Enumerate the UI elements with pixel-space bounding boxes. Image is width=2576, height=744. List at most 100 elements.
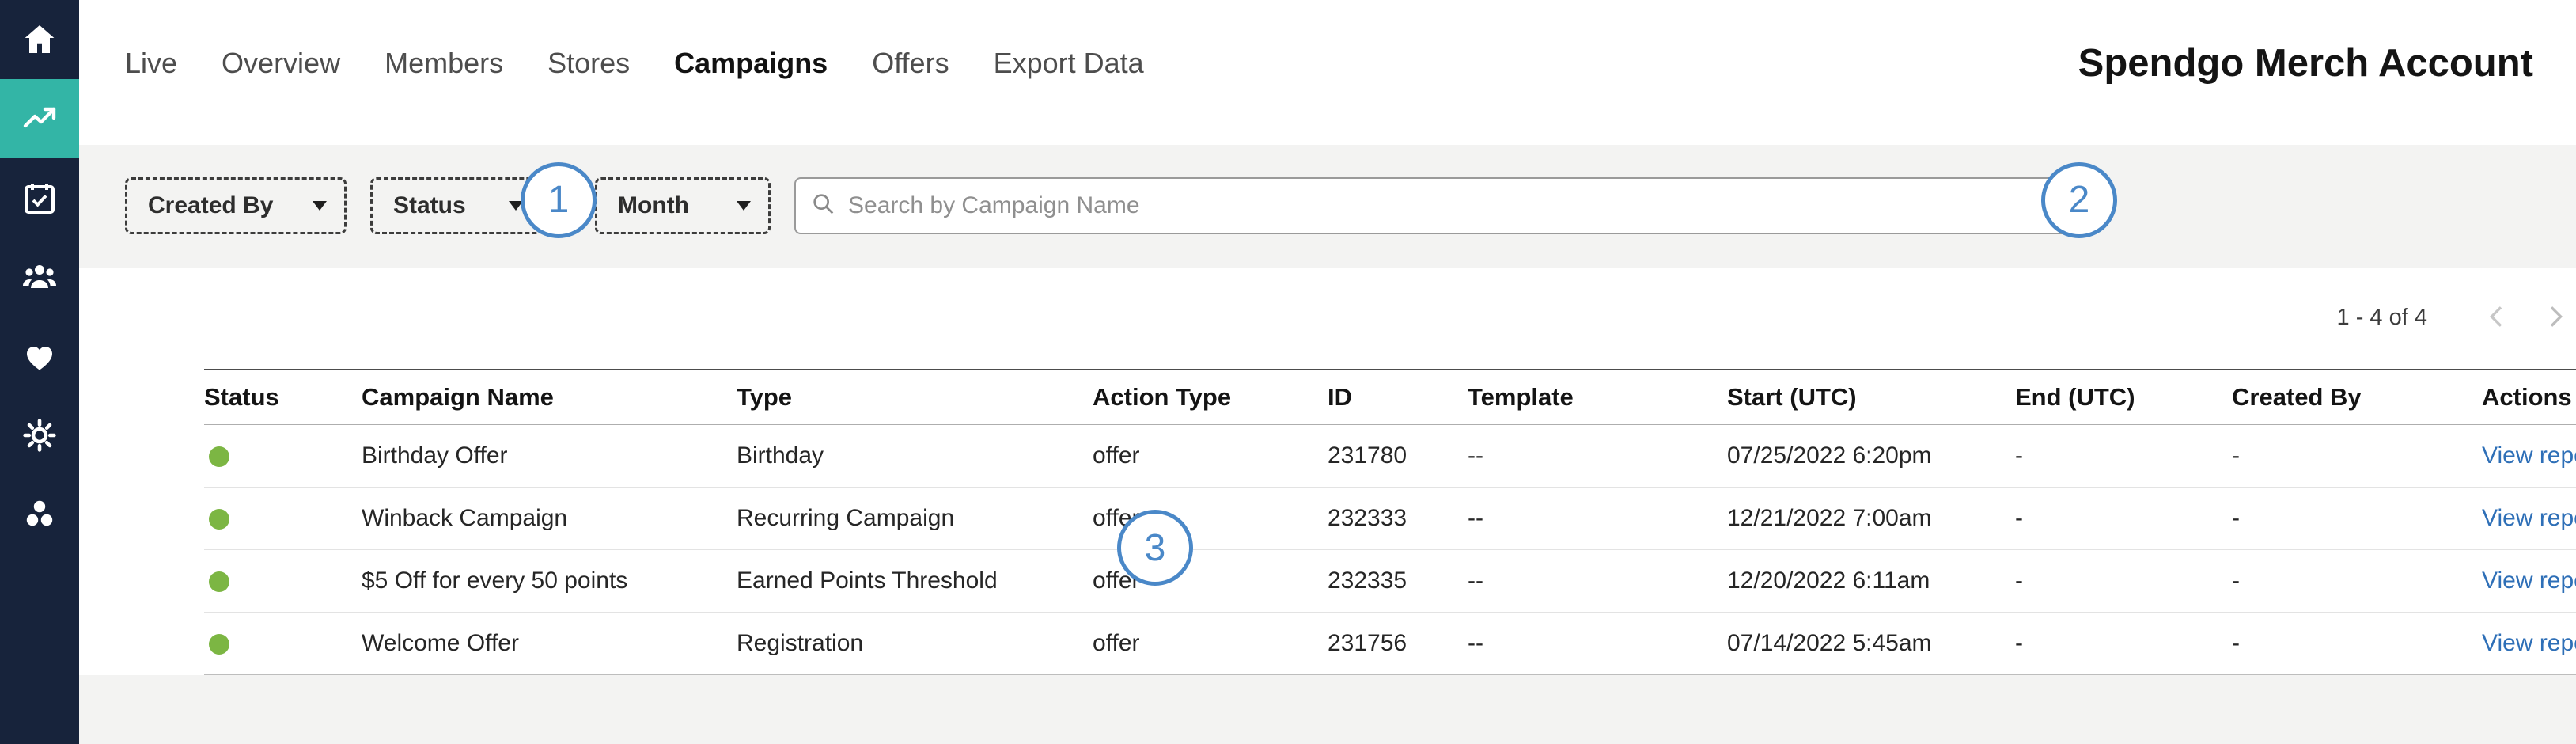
status-cell xyxy=(204,425,362,488)
pagination-prev-button[interactable] xyxy=(2478,299,2516,337)
column-header-status: Status xyxy=(204,370,362,425)
caret-down-icon xyxy=(737,201,751,211)
top-nav: Live Overview Members Stores Campaigns O… xyxy=(79,0,2576,127)
actions-cell: View report xyxy=(2482,425,2576,488)
sidebar-item-calendar[interactable] xyxy=(0,158,79,237)
view-report-link[interactable]: View report xyxy=(2482,567,2576,594)
table-header: Status Campaign Name Type Action Type ID… xyxy=(204,370,2576,425)
sidebar-item-settings[interactable] xyxy=(0,396,79,475)
type-cell: Registration xyxy=(737,613,1093,675)
actions-cell: View report xyxy=(2482,613,2576,675)
sidebar-item-members[interactable] xyxy=(0,237,79,317)
sidebar xyxy=(0,0,79,744)
calendar-icon xyxy=(21,179,59,217)
status-cell xyxy=(204,613,362,675)
nav-members[interactable]: Members xyxy=(385,47,503,80)
column-header-id: ID xyxy=(1328,370,1468,425)
annotation-callout-1-number: 1 xyxy=(548,178,570,222)
nav-stores[interactable]: Stores xyxy=(547,47,630,80)
month-filter-label: Month xyxy=(618,192,689,219)
status-filter-label: Status xyxy=(393,192,466,219)
annotation-callout-2-number: 2 xyxy=(2069,178,2090,222)
status-cell xyxy=(204,550,362,613)
primary-nav: Live Overview Members Stores Campaigns O… xyxy=(125,47,1144,80)
column-header-template: Template xyxy=(1468,370,1727,425)
action-type-cell: offer xyxy=(1093,425,1328,488)
view-report-link[interactable]: View report xyxy=(2482,630,2576,656)
annotation-callout-3: 3 xyxy=(1117,510,1193,586)
members-icon xyxy=(21,258,59,296)
nav-live[interactable]: Live xyxy=(125,47,177,80)
created-by-filter-label: Created By xyxy=(148,192,273,219)
footer-strip xyxy=(79,675,2576,744)
template-cell: -- xyxy=(1468,488,1727,550)
pagination-next-button[interactable] xyxy=(2536,299,2574,337)
home-icon xyxy=(21,21,59,59)
template-cell: -- xyxy=(1468,550,1727,613)
campaign-search xyxy=(794,177,2068,234)
action-type-cell: offer xyxy=(1093,613,1328,675)
created-by-filter-button[interactable]: Created By xyxy=(125,177,347,234)
column-header-campaign-name: Campaign Name xyxy=(362,370,737,425)
template-cell: -- xyxy=(1468,613,1727,675)
search-icon xyxy=(810,191,848,222)
actions-cell: View report xyxy=(2482,550,2576,613)
id-cell: 232335 xyxy=(1328,550,1468,613)
nav-export-data[interactable]: Export Data xyxy=(994,47,1144,80)
sidebar-item-segments[interactable] xyxy=(0,475,79,554)
analytics-icon xyxy=(21,100,59,138)
segments-icon xyxy=(21,495,59,533)
campaigns-table: Status Campaign Name Type Action Type ID… xyxy=(204,369,2576,676)
start-utc-cell: 12/20/2022 6:11am xyxy=(1727,550,2015,613)
column-header-actions: Actions xyxy=(2482,370,2576,425)
view-report-link[interactable]: View report xyxy=(2482,442,2576,469)
column-header-type: Type xyxy=(737,370,1093,425)
app-root: Live Overview Members Stores Campaigns O… xyxy=(0,0,2576,744)
status-dot xyxy=(209,571,229,592)
status-dot xyxy=(209,509,229,530)
type-cell: Recurring Campaign xyxy=(737,488,1093,550)
campaigns-table-body: Birthday Offer Birthday offer 231780 -- … xyxy=(204,425,2576,675)
sidebar-item-home[interactable] xyxy=(0,0,79,79)
actions-cell: View report xyxy=(2482,488,2576,550)
pagination-range: 1 - 4 of 4 xyxy=(2337,305,2427,331)
table-row: $5 Off for every 50 points Earned Points… xyxy=(204,550,2576,613)
sidebar-item-analytics[interactable] xyxy=(0,79,79,158)
campaign-search-input[interactable] xyxy=(848,192,2052,219)
table-row: Welcome Offer Registration offer 231756 … xyxy=(204,613,2576,675)
column-header-action-type: Action Type xyxy=(1093,370,1328,425)
nav-overview[interactable]: Overview xyxy=(222,47,340,80)
annotation-callout-2: 2 xyxy=(2041,162,2117,238)
column-header-end-utc: End (UTC) xyxy=(2015,370,2232,425)
start-utc-cell: 07/14/2022 5:45am xyxy=(1727,613,2015,675)
nav-campaigns[interactable]: Campaigns xyxy=(674,47,828,80)
annotation-callout-3-number: 3 xyxy=(1145,526,1166,570)
view-report-link[interactable]: View report xyxy=(2482,505,2576,531)
end-utc-cell: - xyxy=(2015,488,2232,550)
status-filter-button[interactable]: Status xyxy=(370,177,543,234)
id-cell: 232333 xyxy=(1328,488,1468,550)
campaign-name-cell: $5 Off for every 50 points xyxy=(362,550,737,613)
column-header-start-utc: Start (UTC) xyxy=(1727,370,2015,425)
sidebar-item-favorites[interactable] xyxy=(0,317,79,396)
campaign-name-cell: Birthday Offer xyxy=(362,425,737,488)
account-title: Spendgo Merch Account xyxy=(2078,41,2533,85)
month-filter-button[interactable]: Month xyxy=(595,177,771,234)
filter-bar: Created By Status Month 1 2 xyxy=(79,145,2576,268)
heart-icon xyxy=(21,337,59,375)
end-utc-cell: - xyxy=(2015,425,2232,488)
type-cell: Earned Points Threshold xyxy=(737,550,1093,613)
id-cell: 231756 xyxy=(1328,613,1468,675)
status-dot xyxy=(209,446,229,467)
table-row: Winback Campaign Recurring Campaign offe… xyxy=(204,488,2576,550)
status-dot xyxy=(209,634,229,655)
column-header-created-by: Created By xyxy=(2232,370,2482,425)
nav-offers[interactable]: Offers xyxy=(872,47,949,80)
annotation-callout-1: 1 xyxy=(521,162,597,238)
caret-down-icon xyxy=(313,201,327,211)
start-utc-cell: 07/25/2022 6:20pm xyxy=(1727,425,2015,488)
campaign-name-cell: Welcome Offer xyxy=(362,613,737,675)
start-utc-cell: 12/21/2022 7:00am xyxy=(1727,488,2015,550)
created-by-cell: - xyxy=(2232,488,2482,550)
chevron-left-icon xyxy=(2481,301,2513,335)
